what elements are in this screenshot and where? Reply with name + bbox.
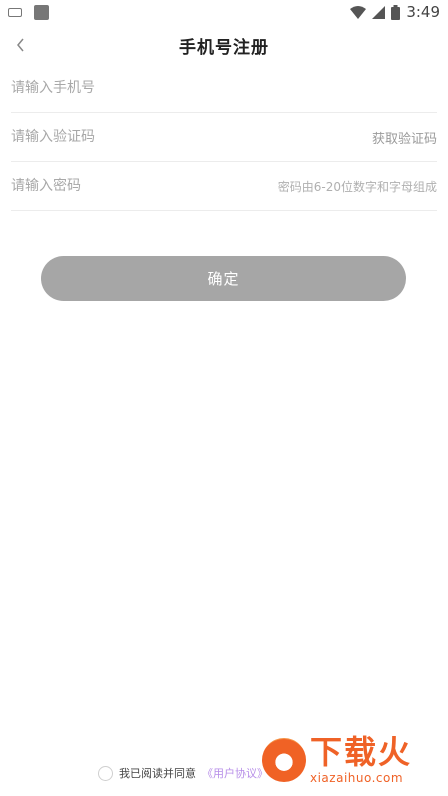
watermark-cn: 下载火	[310, 733, 413, 771]
get-code-button[interactable]: 获取验证码	[372, 128, 437, 147]
phone-input[interactable]	[11, 64, 437, 112]
user-agreement-link[interactable]: 《用户协议》	[202, 765, 268, 781]
header: 手机号注册	[0, 26, 448, 64]
flame-logo-icon	[262, 738, 306, 782]
page-title: 手机号注册	[179, 37, 269, 58]
agreement-text: 我已阅读并同意	[119, 767, 196, 780]
battery-icon	[391, 4, 401, 20]
phone-row	[11, 64, 437, 113]
wifi-icon	[350, 5, 367, 19]
status-time: 3:49	[406, 3, 440, 21]
signal-icon	[372, 5, 386, 19]
register-form: 获取验证码 密码由6-20位数字和字母组成	[11, 64, 437, 211]
chevron-left-icon	[17, 38, 24, 52]
watermark: 下载火 xiazaihuo.com	[262, 730, 442, 790]
phone-register-screen: 3:49 手机号注册 获取验证码 密码由6-20位数字和字母组成 确定 我已阅读…	[0, 0, 448, 796]
status-left	[8, 4, 49, 20]
verification-code-input[interactable]	[11, 113, 372, 161]
status-bar: 3:49	[0, 0, 448, 24]
watermark-text: 下载火 xiazaihuo.com	[310, 736, 412, 784]
confirm-button[interactable]: 确定	[41, 256, 406, 301]
agreement-checkbox[interactable]	[98, 765, 113, 781]
password-input[interactable]	[11, 162, 278, 210]
back-button[interactable]	[6, 30, 36, 60]
password-row: 密码由6-20位数字和字母组成	[11, 162, 437, 211]
watermark-en: xiazaihuo.com	[310, 771, 404, 785]
password-hint: 密码由6-20位数字和字母组成	[277, 179, 437, 194]
status-right: 3:49	[350, 3, 440, 21]
agreement-row: 我已阅读并同意 《用户协议》	[98, 765, 268, 781]
clipboard-icon	[34, 4, 49, 20]
code-row: 获取验证码	[11, 113, 437, 162]
keyboard-icon	[8, 7, 22, 17]
